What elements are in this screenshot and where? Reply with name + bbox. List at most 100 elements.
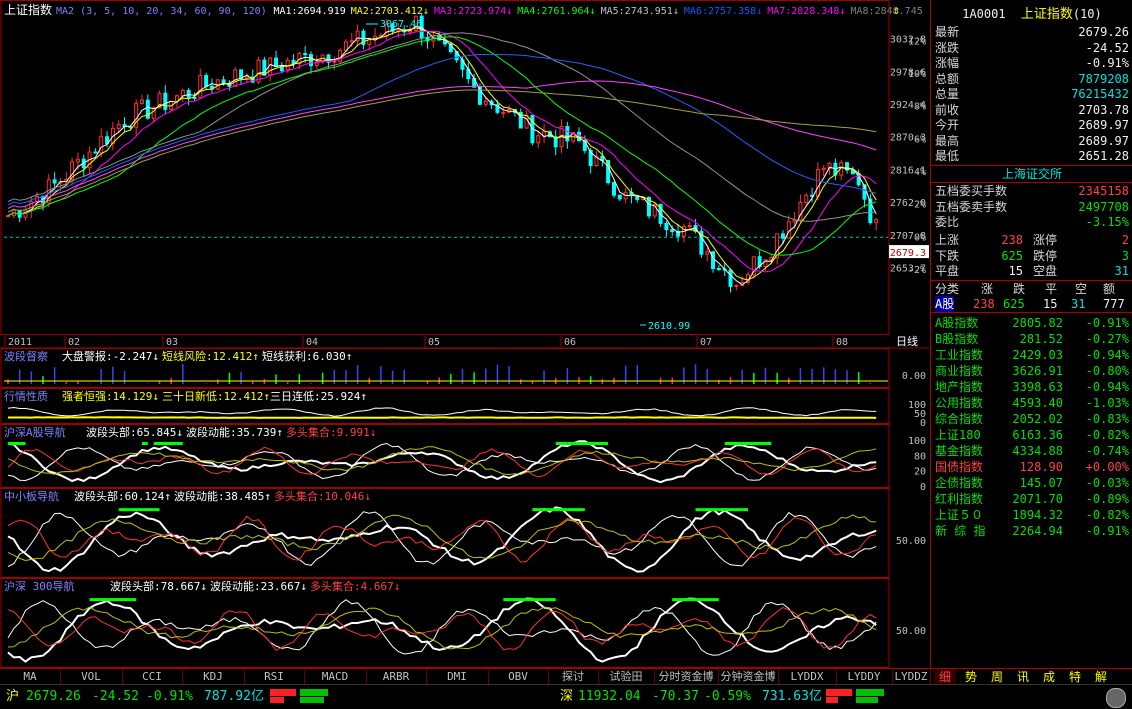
kline-candle[interactable]: [6, 215, 10, 218]
indicator-panels[interactable]: [4, 364, 888, 663]
index-row[interactable]: 上证５０ 1894.32 -0.82%: [935, 507, 1129, 523]
index-row[interactable]: 工业指数 2429.03 -0.94%: [935, 347, 1129, 363]
indicator-panel-4[interactable]: [7, 597, 877, 663]
kline-candle[interactable]: [180, 89, 185, 97]
side-tab-0[interactable]: 细: [934, 669, 956, 685]
kline-candle[interactable]: [804, 194, 809, 204]
index-row[interactable]: 综合指数 2052.02 -0.83%: [935, 411, 1129, 427]
indicator-tab-分钟资金博[interactable]: 分钟资金博: [718, 669, 779, 685]
clock-icon[interactable]: [1106, 688, 1126, 708]
kline-candle[interactable]: [244, 76, 249, 80]
main-price-panel[interactable]: [4, 13, 888, 293]
indicator-tab-macd[interactable]: MACD: [304, 669, 367, 685]
indicator-tab-lyddz[interactable]: LYDDZ: [892, 669, 931, 685]
indicator-tabs[interactable]: MA VOL CCI KDJ RSI MACD ARBR DMI OBV 探讨 试验田 分时资金博 分钟…: [0, 668, 931, 685]
side-tab-2[interactable]: 周: [986, 669, 1008, 685]
index-row[interactable]: 公用指数 4593.40 -1.03%: [935, 395, 1129, 411]
kline-candle[interactable]: [716, 268, 721, 271]
kline-candle[interactable]: [687, 225, 692, 228]
index-row[interactable]: 新 综 指 2264.94 -0.91%: [935, 523, 1129, 539]
index-row[interactable]: 上证180 6163.36 -0.82%: [935, 427, 1129, 443]
kline-candle[interactable]: [670, 229, 675, 233]
kline-candle[interactable]: [75, 158, 80, 163]
kline-candle[interactable]: [186, 89, 191, 98]
indicator-tab-探讨[interactable]: 探讨: [548, 669, 599, 685]
kline-candle[interactable]: [483, 100, 488, 105]
kline-candle[interactable]: [734, 284, 739, 287]
kline-candle[interactable]: [565, 126, 570, 142]
indicator-panel-3[interactable]: [7, 506, 877, 573]
indicator-tab-vol[interactable]: VOL: [60, 669, 123, 685]
index-row[interactable]: 商业指数 3626.91 -0.80%: [935, 363, 1129, 379]
kline-candle[interactable]: [198, 75, 203, 99]
kline-candle[interactable]: [291, 59, 296, 65]
kline-candle[interactable]: [204, 75, 209, 87]
kline-candle[interactable]: [52, 179, 57, 184]
indicator-tab-rsi[interactable]: RSI: [244, 669, 305, 685]
index-row[interactable]: A股指数 2805.82 -0.91%: [935, 315, 1129, 331]
indicator-tab-arbr[interactable]: ARBR: [366, 669, 427, 685]
kline-candle[interactable]: [617, 194, 622, 200]
indicator-panel-1[interactable]: [7, 406, 877, 420]
kline-candle[interactable]: [343, 41, 348, 51]
side-tab-4[interactable]: 成: [1038, 669, 1060, 685]
index-row[interactable]: B股指数 281.52 -0.27%: [935, 331, 1129, 347]
indicator-tab-ma[interactable]: MA: [0, 669, 61, 685]
side-tabs[interactable]: 细势周讯成特解: [930, 668, 1132, 685]
kline-candle[interactable]: [524, 115, 529, 129]
indicator-tab-dmi[interactable]: DMI: [426, 669, 489, 685]
side-tab-6[interactable]: 解: [1090, 669, 1112, 685]
kline-candle[interactable]: [349, 40, 354, 43]
kline-candle[interactable]: [192, 96, 197, 99]
kline-candle[interactable]: [279, 66, 284, 72]
quote-row-6-label: 今开: [935, 118, 960, 132]
index-row[interactable]: 基金指数 4334.88 -0.74%: [935, 443, 1129, 459]
index-name: 新 综 指: [935, 524, 986, 538]
kline-candle[interactable]: [93, 151, 98, 154]
kline-candle[interactable]: [705, 251, 710, 255]
kline-candle[interactable]: [99, 136, 104, 154]
index-row[interactable]: 国债指数 128.90 +0.00%: [935, 459, 1129, 475]
index-pct: -0.03%: [1085, 476, 1129, 490]
indicator-tab-试验田[interactable]: 试验田: [598, 669, 655, 685]
kline-candle[interactable]: [611, 182, 616, 196]
kline-candle[interactable]: [140, 99, 145, 104]
sz-breadth-bar: [826, 689, 886, 703]
kline-candle[interactable]: [501, 111, 506, 114]
kline-candle[interactable]: [874, 219, 879, 224]
kline-chart-area[interactable]: 上证指数 MA2 (3, 5, 10, 20, 34, 60, 90, 120) M…: [0, 0, 930, 668]
index-pct: -0.94%: [1085, 380, 1129, 394]
indicator-panel-0[interactable]: [4, 364, 888, 384]
side-tab-5[interactable]: 特: [1064, 669, 1086, 685]
side-tab-3[interactable]: 讯: [1012, 669, 1034, 685]
indicator-name-4: 沪深 300导航: [4, 579, 75, 593]
indicator-tab-cci[interactable]: CCI: [122, 669, 183, 685]
kline-candle[interactable]: [815, 169, 820, 197]
kline-candle[interactable]: [116, 124, 121, 129]
kline-candle[interactable]: [128, 126, 133, 129]
kline-candle[interactable]: [728, 269, 733, 287]
kline-candle[interactable]: [792, 219, 797, 223]
class-row[interactable]: A股 238 625 15 31 777: [931, 296, 1132, 313]
kline-candle[interactable]: [233, 69, 238, 87]
indicator-tab-分时资金博[interactable]: 分时资金博: [654, 669, 719, 685]
kline-candle[interactable]: [163, 92, 168, 110]
kline-candle[interactable]: [664, 222, 669, 231]
kline-candle[interactable]: [821, 167, 826, 171]
kline-candle[interactable]: [303, 53, 308, 56]
indicator-panel-2[interactable]: [7, 440, 877, 484]
indicator-tab-lyddy[interactable]: LYDDY: [836, 669, 893, 685]
sh-label: 沪: [6, 689, 20, 704]
kline-candle[interactable]: [274, 57, 279, 68]
kline-candle[interactable]: [780, 233, 785, 239]
indicator-tab-lyddx[interactable]: LYDDX: [778, 669, 837, 685]
month-tick-6: 07: [700, 337, 712, 348]
kline-candle[interactable]: [536, 135, 541, 144]
indicator-tab-obv[interactable]: OBV: [488, 669, 549, 685]
kline-candle[interactable]: [711, 251, 716, 270]
index-row[interactable]: 企债指数 145.07 -0.03%: [935, 475, 1129, 491]
side-tab-1[interactable]: 势: [960, 669, 982, 685]
index-row[interactable]: 地产指数 3398.63 -0.94%: [935, 379, 1129, 395]
indicator-tab-kdj[interactable]: KDJ: [182, 669, 245, 685]
index-row[interactable]: 红利指数 2071.70 -0.89%: [935, 491, 1129, 507]
